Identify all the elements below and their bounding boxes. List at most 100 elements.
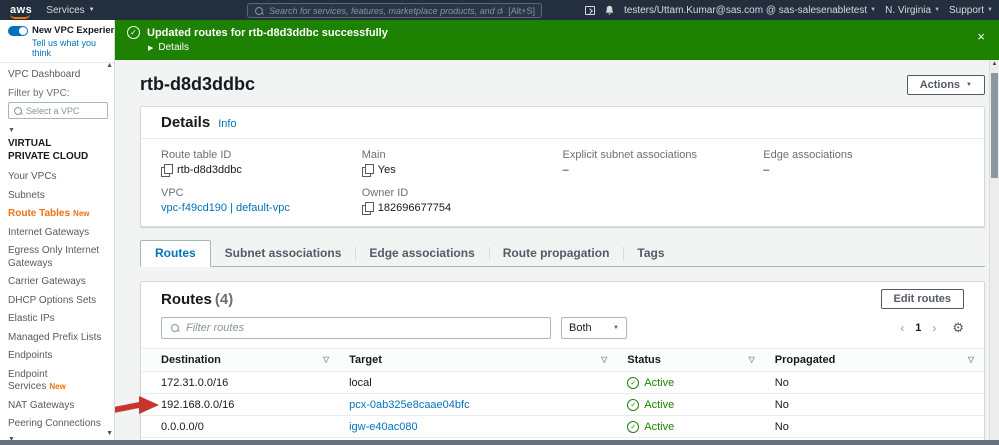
account-menu[interactable]: testers/Uttam.Kumar@sas.com @ sas-salese…: [624, 5, 876, 16]
search-icon: [13, 106, 23, 116]
sidebar-item-internet-gateways[interactable]: Internet Gateways: [8, 224, 106, 243]
vpc-filter-select[interactable]: Select a VPC: [8, 102, 108, 119]
sidebar-item-dhcp-options-sets[interactable]: DHCP Options Sets: [8, 292, 106, 311]
new-badge: New: [49, 382, 66, 391]
new-badge: New: [73, 209, 90, 218]
region-label: N. Virginia: [885, 4, 932, 16]
edit-routes-button[interactable]: Edit routes: [880, 289, 964, 309]
status-badge: ✓Active: [627, 421, 674, 433]
chevron-down-icon: ▼: [870, 7, 877, 13]
routes-filter-input[interactable]: [186, 322, 542, 334]
services-menu[interactable]: Services ▼: [46, 5, 94, 16]
search-icon: [170, 323, 180, 333]
info-link[interactable]: Info: [218, 118, 236, 130]
settings-gear-icon[interactable]: ⚙: [952, 320, 964, 336]
sidebar-item-nat-gateways[interactable]: NAT Gateways: [8, 397, 106, 416]
copy-icon[interactable]: [361, 164, 374, 177]
new-vpc-experience-box: New VPC Experience Tell us what you thin…: [0, 20, 114, 63]
banner-details-toggle[interactable]: ▶ Details: [148, 42, 987, 53]
sidebar-item-subnets[interactable]: Subnets: [8, 187, 106, 206]
support-menu[interactable]: Support ▼: [949, 5, 993, 16]
chevron-down-icon: ▼: [934, 7, 941, 13]
tab-route-propagation[interactable]: Route propagation: [488, 241, 624, 266]
success-check-icon: ✓: [127, 26, 140, 39]
copy-icon[interactable]: [361, 202, 374, 215]
sidebar-item-endpoint-services[interactable]: Endpoint Services New: [8, 366, 106, 397]
filter-by-vpc-label: Filter by VPC:: [8, 88, 70, 99]
toggle-feedback-link[interactable]: Tell us what you think: [32, 38, 108, 58]
sidebar-item-your-vpcs[interactable]: Your VPCs: [8, 168, 106, 187]
tab-edge-associations[interactable]: Edge associations: [355, 241, 488, 266]
routes-panel: Routes (4) Edit routes Both ▼ ‹ 1: [115, 281, 985, 445]
vpc-link[interactable]: vpc-f49cd190 | default-vpc: [161, 202, 290, 214]
column-header-target[interactable]: Target ▽: [339, 348, 618, 372]
table-header-row: Destination ▽ Target ▽ Status ▽ Propagated ▽: [141, 348, 984, 372]
search-icon: [254, 6, 264, 16]
field-edge-associations: Edge associations –: [763, 149, 853, 176]
sidebar-item-route-tables[interactable]: Route Tables New: [8, 205, 106, 224]
sidebar-item-managed-prefix-lists[interactable]: Managed Prefix Lists: [8, 329, 106, 348]
aws-logo[interactable]: aws: [10, 4, 32, 19]
scroll-up-icon[interactable]: ▲: [990, 61, 999, 67]
routes-title: Routes: [161, 290, 212, 308]
active-check-icon: ✓: [627, 399, 640, 411]
main-content: ✓ Updated routes for rtb-d8d3ddbc succes…: [115, 20, 999, 445]
support-label: Support: [949, 4, 985, 16]
tab-routes[interactable]: Routes: [140, 240, 211, 267]
field-vpc: VPC vpc-f49cd190 | default-vpc: [161, 187, 290, 214]
page-title: rtb-d8d3ddbc: [140, 74, 255, 94]
global-search-box[interactable]: [Alt+S]: [247, 3, 542, 18]
vertical-scrollbar[interactable]: ▲: [989, 60, 999, 445]
column-header-status[interactable]: Status ▽: [617, 348, 765, 372]
sidebar-scroll-up-icon[interactable]: ▲: [106, 62, 113, 69]
route-row-1[interactable]: 172.31.0.0/16 local ✓ Active No: [141, 371, 984, 394]
sort-icon[interactable]: ▽: [323, 355, 329, 364]
sidebar-scroll-down-icon[interactable]: ▼: [106, 430, 113, 437]
close-icon[interactable]: ×: [977, 29, 985, 44]
global-search-input[interactable]: [269, 5, 504, 16]
console-icon[interactable]: [584, 5, 595, 15]
sidebar-item-carrier-gateways[interactable]: Carrier Gateways: [8, 273, 106, 292]
field-main: Main Yes: [361, 149, 396, 177]
sidebar-item-peering-connections[interactable]: Peering Connections: [8, 415, 106, 434]
column-header-propagated[interactable]: Propagated ▽: [764, 348, 984, 372]
section-virtual-private-cloud: VIRTUAL PRIVATE CLOUD: [8, 138, 89, 162]
services-label: Services: [46, 4, 85, 16]
routes-count: (4): [214, 290, 234, 308]
current-page[interactable]: 1: [915, 322, 921, 334]
sort-icon[interactable]: ▽: [749, 355, 755, 364]
triangle-right-icon: ▶: [148, 44, 154, 52]
section-collapse-icon[interactable]: ▼: [8, 127, 108, 134]
sort-icon[interactable]: ▽: [601, 355, 607, 364]
tab-subnet-associations[interactable]: Subnet associations: [211, 241, 356, 266]
bottom-scrollbar-strip[interactable]: [0, 440, 999, 445]
active-check-icon: ✓: [627, 377, 640, 389]
success-flash-banner: ✓ Updated routes for rtb-d8d3ddbc succes…: [115, 20, 999, 60]
route-row-3[interactable]: 0.0.0.0/0 igw-e40ac080 ✓ Active No: [141, 415, 984, 438]
sort-icon[interactable]: ▽: [968, 355, 974, 364]
internet-gateway-link[interactable]: igw-e40ac080: [349, 421, 418, 433]
chevron-down-icon: ▼: [966, 81, 972, 88]
sidebar-item-vpc-dashboard[interactable]: VPC Dashboard: [8, 69, 108, 80]
sidebar-item-elastic-ips[interactable]: Elastic IPs: [8, 310, 106, 329]
sidebar-item-egress-only-internet-gateways[interactable]: Egress Only Internet Gateways: [8, 242, 106, 273]
routes-filter-box[interactable]: [161, 317, 551, 339]
next-page-icon[interactable]: ›: [932, 321, 936, 335]
region-menu[interactable]: N. Virginia ▼: [885, 5, 940, 16]
notifications-bell-icon[interactable]: [604, 5, 615, 16]
detail-tabs: Routes Subnet associations Edge associat…: [140, 240, 985, 267]
sidebar-item-endpoints[interactable]: Endpoints: [8, 347, 106, 366]
route-row-2[interactable]: 192.168.0.0/16 pcx-0ab325e8caae04bfc ✓ Ac…: [115, 393, 984, 416]
scrollbar-thumb[interactable]: [991, 73, 998, 178]
column-header-destination[interactable]: Destination ▽: [141, 348, 340, 372]
peering-connection-link[interactable]: pcx-0ab325e8caae04bfc: [349, 399, 469, 411]
status-badge: ✓Active: [627, 377, 674, 389]
account-label: testers/Uttam.Kumar@sas.com @ sas-salese…: [623, 4, 868, 16]
actions-button[interactable]: Actions ▼: [906, 74, 985, 95]
red-annotation-arrow-icon: [115, 394, 161, 416]
copy-icon[interactable]: [161, 164, 173, 177]
prev-page-icon[interactable]: ‹: [900, 321, 904, 335]
tab-tags[interactable]: Tags: [623, 241, 678, 266]
route-type-select[interactable]: Both ▼: [561, 317, 627, 339]
new-experience-toggle[interactable]: [8, 25, 28, 36]
